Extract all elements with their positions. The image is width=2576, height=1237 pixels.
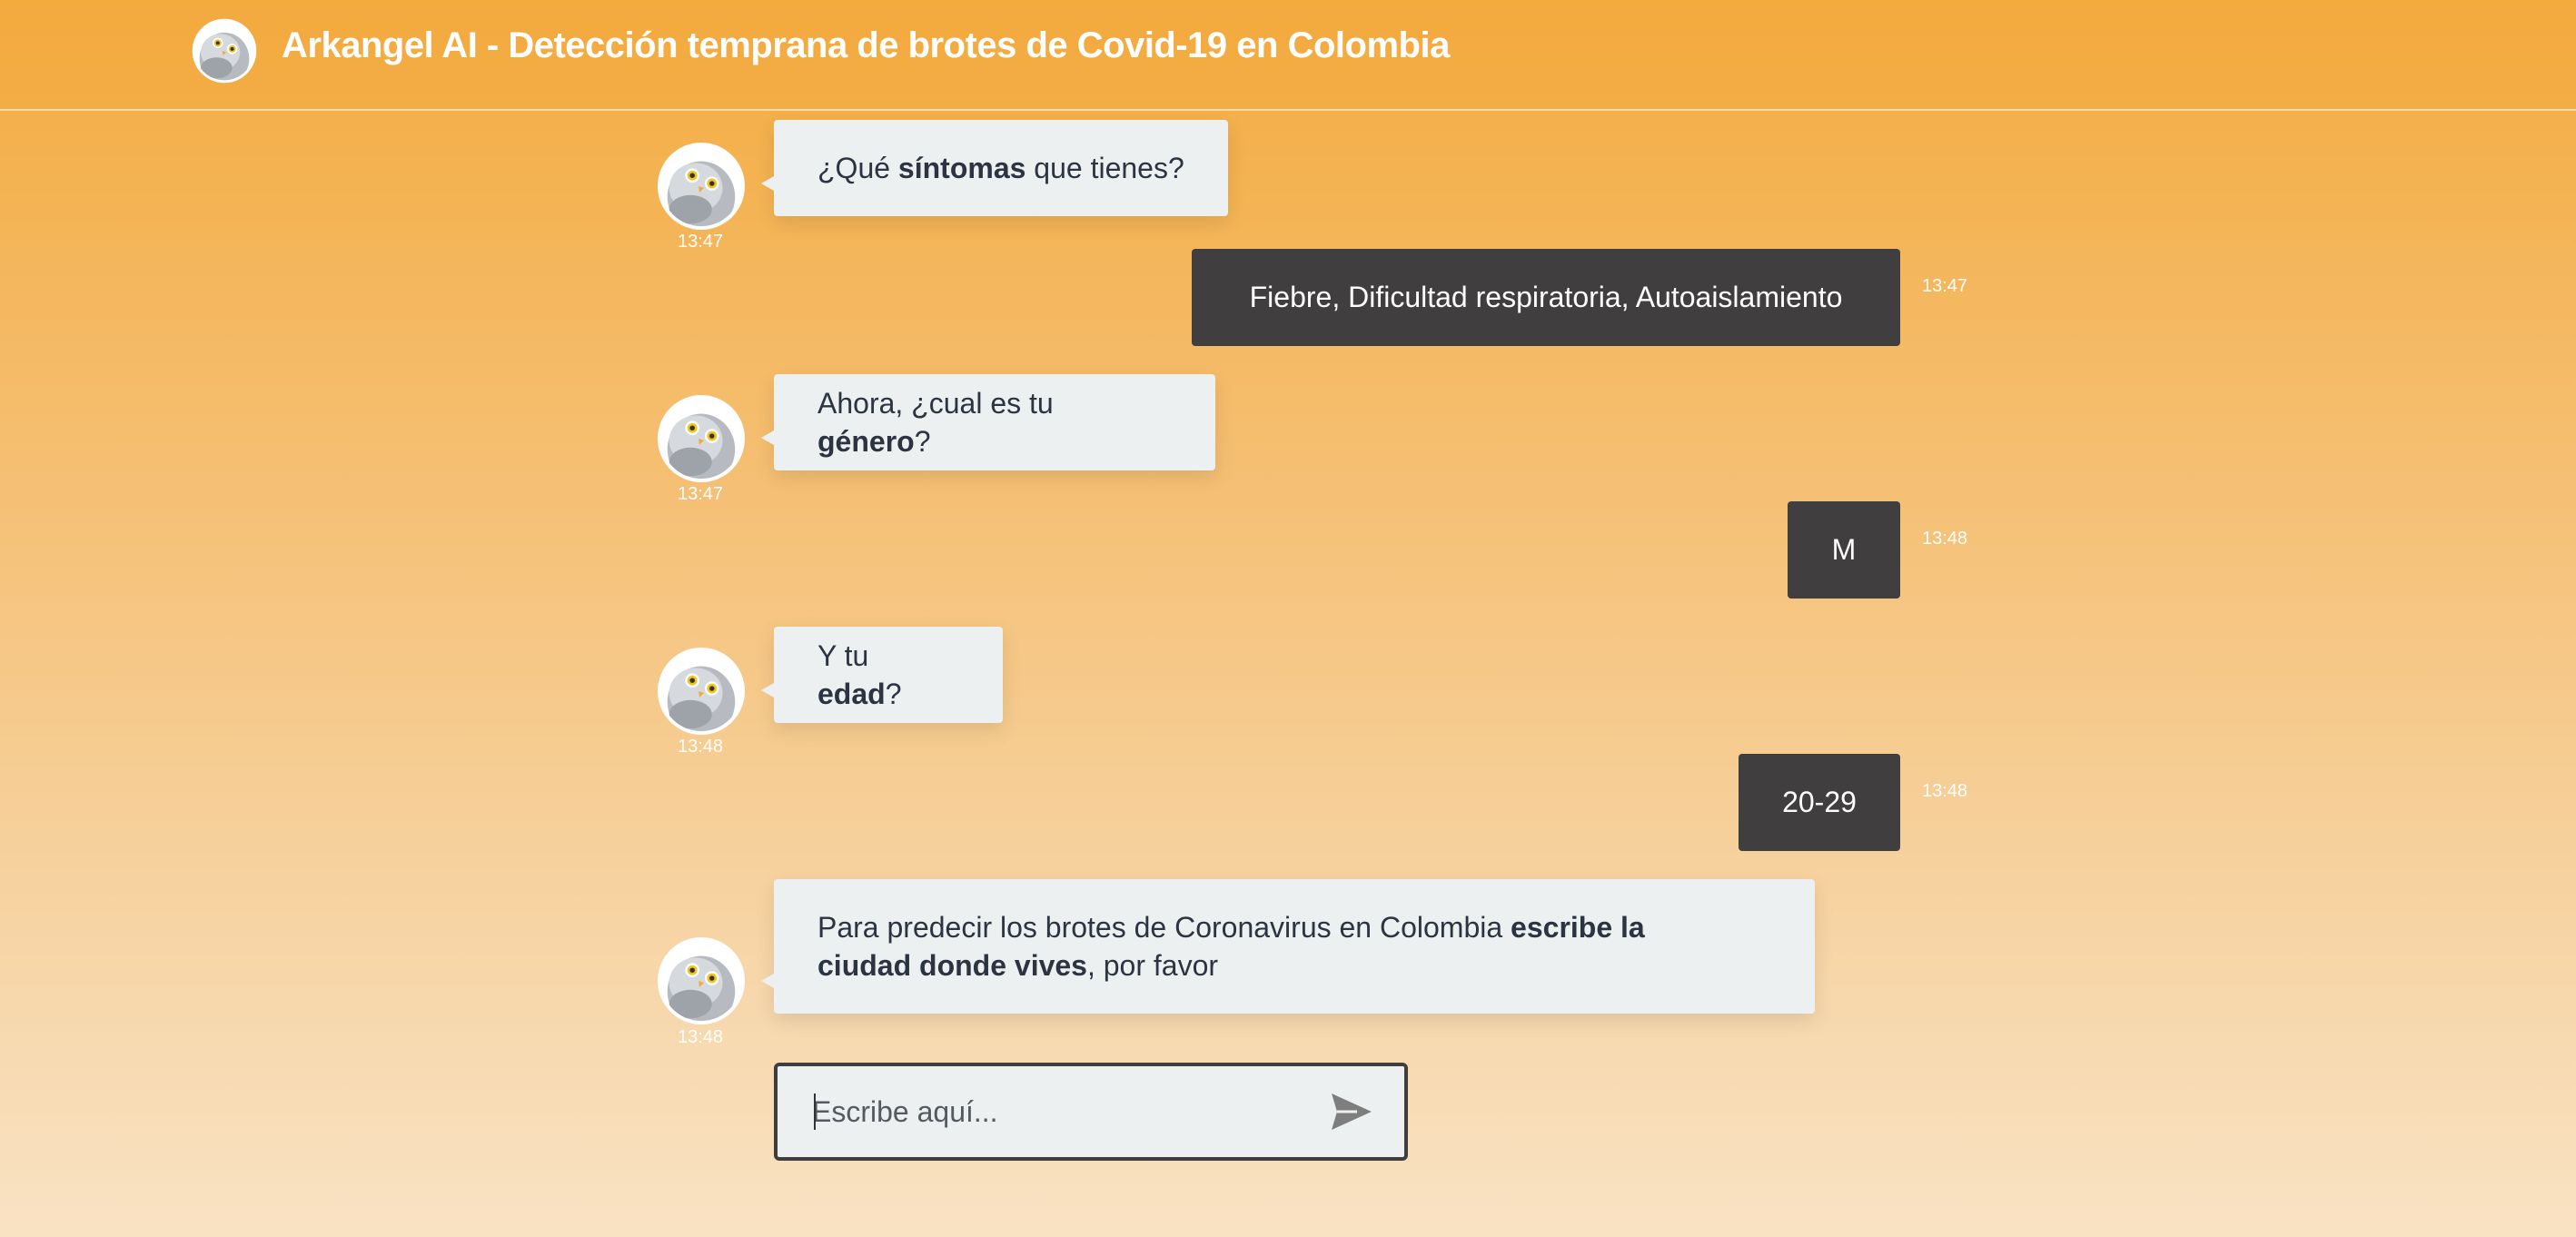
chat-header: Arkangel AI - Detección temprana de brot… [0, 0, 2576, 111]
owl-icon [192, 18, 257, 84]
send-button[interactable] [1330, 1092, 1373, 1132]
message-time: 13:48 [678, 1027, 724, 1047]
bot-message: Y tu edad? [761, 627, 1003, 723]
message-text: ¿Qué [817, 152, 898, 184]
bot-avatar [657, 936, 746, 1025]
send-icon[interactable] [1330, 1092, 1373, 1132]
text-caret [814, 1094, 816, 1130]
message-text: , por favor [1086, 949, 1219, 982]
message-bold-text: género [817, 425, 915, 458]
message-text: Y tu [817, 639, 869, 672]
message-text: ? [914, 425, 931, 458]
message-text: M [1831, 533, 1857, 566]
bot-avatar [657, 647, 746, 736]
message-time: 13:47 [1922, 276, 1968, 296]
message-input-container [774, 1063, 1408, 1161]
bot-avatar [657, 142, 746, 231]
message-time: 13:47 [678, 484, 724, 504]
message-text: 20-29 [1782, 786, 1857, 818]
owl-icon [657, 142, 746, 231]
message-text: Fiebre, Dificultad respiratoria, Autoais… [1249, 281, 1843, 313]
user-message: M [1788, 501, 1900, 599]
user-message: 20-29 [1739, 754, 1900, 851]
bot-message: ¿Qué síntomas que tienes? [761, 120, 1228, 216]
message-text: Ahora, ¿cual es tu [817, 387, 1054, 420]
message-time: 13:48 [678, 737, 724, 757]
message-bold-text: síntomas [897, 152, 1026, 184]
message-bold-text: escribe la [1511, 911, 1645, 944]
message-time: 13:48 [1922, 529, 1968, 549]
message-bold-text: edad [817, 678, 886, 710]
message-text: Para predecir los brotes de Coronavirus … [817, 911, 1511, 944]
page-title: Arkangel AI - Detección temprana de brot… [282, 25, 1450, 65]
message-time: 13:48 [1922, 781, 1968, 801]
message-text: ? [885, 678, 902, 710]
owl-icon [657, 936, 746, 1025]
user-message: Fiebre, Dificultad respiratoria, Autoais… [1192, 249, 1900, 346]
message-text: que tienes? [1025, 152, 1184, 184]
bot-message: Para predecir los brotes de Coronavirus … [761, 879, 1815, 1014]
bot-message: Ahora, ¿cual es tu género? [761, 374, 1215, 470]
message-bold-text: ciudad donde vives [817, 949, 1087, 982]
owl-icon [657, 394, 746, 483]
bot-avatar [657, 394, 746, 483]
owl-icon [657, 647, 746, 736]
message-input[interactable] [812, 1083, 1303, 1141]
message-time: 13:47 [678, 232, 724, 252]
